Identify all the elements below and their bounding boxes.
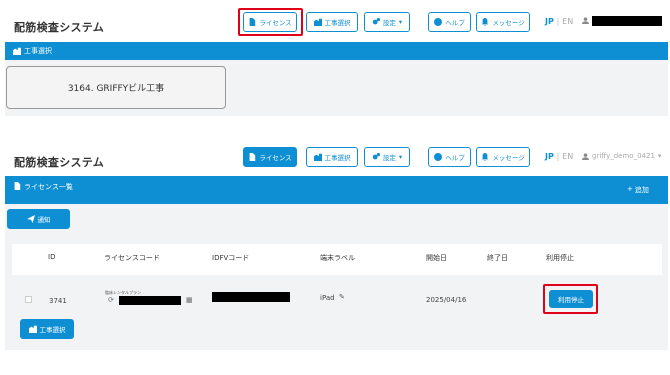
lang-jp[interactable]: JP [545, 152, 554, 161]
message-button-label: メッセージ [492, 154, 525, 162]
site-panel-title: 工事選択 [24, 47, 52, 55]
buildings-icon [313, 153, 322, 161]
site-select-button-label: 工事選択 [324, 19, 351, 27]
lang-separator: | [556, 17, 560, 26]
plus-icon: + [627, 185, 633, 193]
license-panel-title: ライセンス一覧 [24, 183, 73, 191]
paper-plane-icon [26, 215, 35, 223]
user-menu[interactable] [582, 17, 589, 24]
top-header-1: 配筋検査システム ライセンス 工事選択 設定 ▾ ヘルプ メッセージ JP | … [0, 0, 670, 40]
help-button-label: ヘルプ [445, 19, 465, 27]
redacted-idfv-code [212, 292, 290, 302]
edit-icon[interactable]: ✎ [339, 293, 345, 301]
site-panel-header: 工事選択 [5, 42, 668, 60]
chevron-down-icon: ▾ [657, 152, 662, 160]
refresh-icon[interactable]: ⟳ [108, 296, 114, 304]
settings-button[interactable]: 設定 ▾ [364, 147, 410, 167]
highlight-license [238, 8, 303, 36]
question-circle-icon [434, 153, 443, 161]
chevron-down-icon: ▾ [398, 18, 403, 26]
col-id: ID [48, 253, 56, 261]
site-name: 3164. GRIFFYビル工事 [67, 84, 165, 94]
row-device-label: iPad [320, 294, 335, 302]
question-circle-icon [434, 18, 443, 26]
settings-button-label: 設定 [382, 154, 396, 162]
language-switch[interactable]: JP | EN [545, 152, 573, 161]
file-icon [14, 182, 21, 190]
notify-label: 通知 [37, 216, 51, 224]
row-site-select-label: 工事選択 [39, 326, 66, 334]
lang-en[interactable]: EN [562, 17, 573, 26]
user-icon [582, 152, 589, 160]
add-label: 追加 [634, 186, 649, 194]
message-button-label: メッセージ [492, 19, 525, 27]
top-header-2: 配筋検査システム ライセンス 工事選択 設定 ▾ ヘルプ メッセージ JP | … [0, 140, 670, 180]
user-menu[interactable]: griffy_demo_0421 ▾ [582, 152, 661, 160]
col-suspend: 利用停止 [546, 254, 574, 262]
gears-icon [372, 18, 380, 25]
license-button-label: ライセンス [259, 154, 292, 162]
row-checkbox[interactable] [25, 296, 32, 303]
site-card[interactable]: 3164. GRIFFYビル工事 [6, 66, 226, 109]
lang-en[interactable]: EN [562, 152, 573, 161]
bell-icon [482, 18, 489, 26]
language-switch[interactable]: JP | EN [545, 17, 573, 26]
buildings-icon [313, 18, 322, 26]
row-site-select-button[interactable]: 工事選択 [20, 319, 74, 339]
col-license-code: ライセンスコード [104, 254, 160, 262]
highlight-suspend [543, 284, 598, 314]
col-device-label: 端末ラベル [320, 254, 355, 262]
row-start-date: 2025/04/16 [426, 296, 467, 304]
chevron-down-icon: ▾ [398, 153, 403, 161]
buildings-icon [13, 47, 21, 55]
user-name: griffy_demo_0421 [592, 152, 655, 160]
help-button[interactable]: ヘルプ [428, 147, 471, 167]
message-button[interactable]: メッセージ [476, 147, 530, 167]
col-start-date: 開始日 [426, 254, 447, 262]
col-end-date: 終了日 [487, 254, 508, 262]
redacted-license-code [119, 296, 181, 305]
site-select-button-label: 工事選択 [324, 154, 351, 162]
site-select-button[interactable]: 工事選択 [306, 147, 358, 167]
file-icon [249, 153, 256, 161]
lang-jp[interactable]: JP [545, 17, 554, 26]
settings-button[interactable]: 設定 ▾ [364, 12, 410, 32]
buildings-icon [28, 325, 37, 333]
notify-button[interactable]: 通知 [7, 209, 70, 229]
bell-icon [482, 153, 489, 161]
app-title: 配筋検査システム [14, 21, 105, 34]
redacted-username [592, 16, 662, 26]
gears-icon [372, 153, 380, 160]
message-button[interactable]: メッセージ [476, 12, 530, 32]
help-button[interactable]: ヘルプ [428, 12, 471, 32]
grid-icon[interactable]: ▦ [186, 296, 193, 304]
row-id: 3741 [49, 297, 67, 305]
app-title: 配筋検査システム [14, 156, 105, 169]
license-panel-header: ライセンス一覧 [5, 176, 668, 204]
col-idfv-code: IDFVコード [212, 254, 250, 262]
help-button-label: ヘルプ [445, 154, 465, 162]
site-select-button[interactable]: 工事選択 [306, 12, 358, 32]
add-license-button[interactable]: + 追加 [627, 185, 649, 195]
settings-button-label: 設定 [382, 19, 396, 27]
license-button-active[interactable]: ライセンス [243, 147, 297, 167]
lang-separator: | [556, 152, 560, 161]
user-icon [582, 17, 589, 24]
